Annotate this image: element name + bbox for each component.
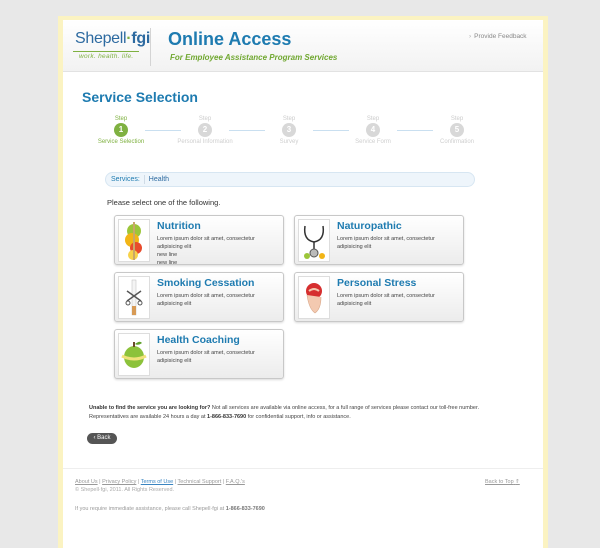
card-title: Naturopathic: [337, 220, 402, 232]
step-label: Service Form: [355, 139, 391, 145]
assist-text: If you require immediate assistance, ple…: [75, 506, 226, 512]
step-number: 1: [114, 123, 128, 137]
breadcrumb-value[interactable]: Health: [149, 176, 169, 183]
logo[interactable]: Shepell·fgi: [75, 30, 150, 48]
step-label: Survey: [279, 139, 299, 145]
breadcrumb: Services: Health: [105, 172, 475, 187]
selection-prompt: Please select one of the following.: [107, 198, 221, 207]
logo-tagline: work. health. life.: [79, 53, 134, 60]
help-line2b: for confidential support, info or assist…: [246, 414, 351, 420]
step-top: Step: [282, 116, 296, 122]
service-card-personal-stress[interactable]: Personal Stress Lorem ipsum dolor sit am…: [294, 272, 464, 322]
card-description: Lorem ipsum dolor sit amet, consectetur …: [337, 236, 435, 250]
feedback-label: Provide Feedback: [474, 33, 527, 40]
step-4: Step 4 Service Form: [342, 116, 404, 146]
back-to-top-label: Back to Top: [485, 479, 514, 485]
step-top: Step: [366, 116, 380, 122]
provide-feedback-link[interactable]: › Provide Feedback: [469, 33, 527, 40]
breadcrumb-separator: [143, 174, 145, 184]
service-card-smoking-cessation[interactable]: Smoking Cessation Lorem ipsum dolor sit …: [114, 272, 284, 322]
footer-link-support[interactable]: Technical Support: [178, 479, 222, 485]
arrow-up-icon: ⇑: [515, 479, 520, 485]
step-2: Step 2 Personal Information: [174, 116, 236, 146]
help-phone: 1-866-833-7690: [207, 414, 247, 420]
feedback-icon: ›: [469, 33, 472, 40]
back-to-top-link[interactable]: Back to Top ⇑: [485, 479, 520, 485]
service-card-naturopathic[interactable]: Naturopathic Lorem ipsum dolor sit amet,…: [294, 215, 464, 265]
footer-divider: [63, 468, 543, 469]
card-desc-text: Lorem ipsum dolor sit amet, consectetur …: [157, 236, 255, 250]
step-number: 2: [198, 123, 212, 137]
assistance-note: If you require immediate assistance, ple…: [75, 506, 265, 512]
page-container: Shepell·fgi work. health. life. Online A…: [63, 20, 543, 548]
card-title: Health Coaching: [157, 334, 240, 346]
footer-link-faq[interactable]: F.A.Q.'s: [226, 479, 245, 485]
logo-right: fgi: [131, 30, 150, 47]
step-3: Step 3 Survey: [258, 116, 320, 146]
service-card-nutrition[interactable]: Nutrition Lorem ipsum dolor sit amet, co…: [114, 215, 284, 267]
card-title: Nutrition: [157, 220, 201, 232]
step-label: Personal Information: [177, 139, 233, 145]
card-description: Lorem ipsum dolor sit amet, consectetur …: [157, 293, 255, 307]
breadcrumb-label: Services:: [111, 176, 140, 183]
footer-links: About Us | Privacy Policy | Terms of Use…: [75, 479, 245, 485]
assist-phone: 1-866-833-7690: [225, 506, 265, 512]
app-subtitle: For Employee Assistance Program Services: [170, 53, 338, 62]
stress-ball-icon: [298, 276, 330, 319]
card-title: Personal Stress: [337, 277, 417, 289]
step-1: Step 1 Service Selection: [90, 116, 152, 146]
cigarette-icon: [118, 276, 150, 319]
stethoscope-icon: [298, 219, 330, 262]
card-description: Lorem ipsum dolor sit amet, consectetur …: [157, 350, 255, 364]
step-number: 4: [366, 123, 380, 137]
service-card-health-coaching[interactable]: Health Coaching Lorem ipsum dolor sit am…: [114, 329, 284, 379]
help-line2a: Representatives are available 24 hours a…: [89, 414, 208, 420]
help-line1: Not all services are available via onlin…: [210, 405, 480, 411]
card-title: Smoking Cessation: [157, 277, 255, 289]
card-desc-extra: new line: [157, 252, 178, 258]
card-description: Lorem ipsum dolor sit amet, consectetur …: [157, 235, 281, 267]
footer-link-privacy[interactable]: Privacy Policy: [102, 479, 136, 485]
step-top: Step: [450, 116, 464, 122]
footer-link-terms[interactable]: Terms of Use: [141, 479, 173, 485]
step-label: Service Selection: [97, 139, 145, 145]
step-number: 3: [282, 123, 296, 137]
header-divider: [150, 28, 151, 66]
logo-swoosh: [73, 51, 139, 52]
card-description: Lorem ipsum dolor sit amet, consectetur …: [337, 293, 435, 307]
step-number: 5: [450, 123, 464, 137]
step-5: Step 5 Confirmation: [426, 116, 488, 146]
step-top: Step: [198, 116, 212, 122]
help-note: Unable to find the service you are looki…: [89, 404, 519, 422]
help-question: Unable to find the service you are looki…: [89, 405, 211, 411]
fruit-icon: [118, 219, 150, 262]
progress-stepper: Step 1 Service Selection Step 2 Personal…: [63, 116, 543, 162]
logo-left: Shepell: [75, 30, 127, 47]
footer-link-about[interactable]: About Us: [75, 479, 98, 485]
step-top: Step: [114, 116, 128, 122]
page-title: Service Selection: [82, 89, 198, 105]
card-desc-extra: new line: [157, 260, 178, 266]
step-label: Confirmation: [439, 139, 474, 145]
back-button[interactable]: ‹ Back: [87, 433, 117, 444]
apple-tape-icon: [118, 333, 150, 376]
header: Shepell·fgi work. health. life. Online A…: [63, 20, 543, 72]
copyright: © Shepell·fgi, 2011. All Rights Reserved…: [75, 487, 175, 493]
app-title: Online Access: [168, 29, 292, 49]
